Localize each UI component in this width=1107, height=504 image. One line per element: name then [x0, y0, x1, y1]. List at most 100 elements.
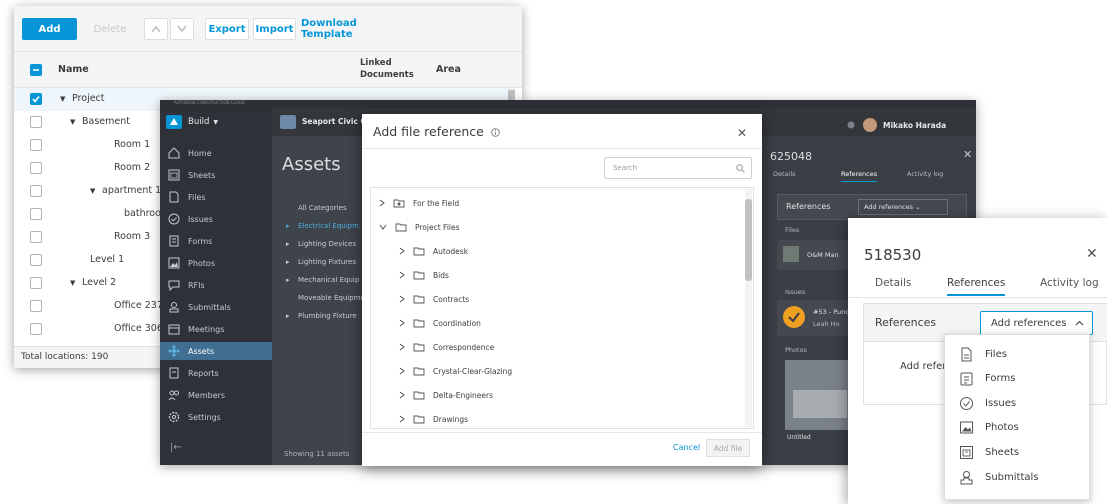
nav-item-photos[interactable]: Photos: [168, 254, 268, 272]
import-button[interactable]: Import: [253, 18, 296, 40]
collapse-nav-icon[interactable]: |←: [170, 442, 182, 453]
row-checkbox[interactable]: [30, 139, 42, 151]
category-item[interactable]: Moveable Equipme: [286, 294, 365, 302]
expand-caret-icon[interactable]: ▼: [70, 118, 75, 126]
tab-activity-log[interactable]: Activity log: [907, 170, 943, 178]
row-checkbox[interactable]: [30, 300, 42, 312]
nav-item-forms[interactable]: Forms: [168, 232, 268, 250]
row-checkbox[interactable]: [30, 162, 42, 174]
folder-row[interactable]: Crystal-Clear-Glazing: [399, 361, 512, 381]
tab-references[interactable]: References: [947, 277, 1006, 296]
tab-details[interactable]: Details: [875, 277, 911, 289]
folder-row[interactable]: Drawings: [399, 409, 468, 429]
close-icon[interactable]: ✕: [963, 148, 972, 161]
add-button[interactable]: Add: [22, 18, 77, 40]
folder-icon: [413, 415, 425, 424]
close-icon[interactable]: ✕: [1086, 246, 1098, 262]
menu-item-issues[interactable]: Issues: [959, 392, 1016, 414]
row-checkbox[interactable]: [30, 277, 42, 289]
row-checkbox[interactable]: [30, 231, 42, 243]
folder-row[interactable]: Project Files: [379, 217, 460, 237]
detail-tabs: Details References Activity log: [848, 274, 1107, 298]
row-checkbox[interactable]: [30, 254, 42, 266]
cancel-button[interactable]: Cancel: [673, 443, 700, 452]
nav-item-files[interactable]: Files: [168, 188, 268, 206]
folder-row[interactable]: Delta-Engineers: [399, 385, 493, 405]
menu-item-submittals[interactable]: Submittals: [959, 466, 1039, 488]
nav-label: Submittals: [188, 302, 231, 312]
nav-item-home[interactable]: Home: [168, 144, 268, 162]
expand-caret-icon[interactable]: ▼: [60, 95, 65, 103]
folder-row[interactable]: For the Field: [379, 193, 459, 213]
move-up-button[interactable]: [144, 18, 168, 40]
references-label: References: [875, 316, 937, 329]
nav-item-members[interactable]: Members: [168, 386, 268, 404]
issue-icon: [960, 396, 973, 410]
add-references-menu: Files Forms Issues Photos Sheets Submittals: [944, 334, 1090, 500]
asset-id: 625048: [770, 150, 812, 163]
select-all-checkbox[interactable]: [30, 64, 42, 76]
nav-item-sheets[interactable]: Sheets: [168, 166, 268, 184]
add-references-button[interactable]: Add references: [980, 311, 1093, 335]
folder-label: Correspondence: [433, 342, 495, 352]
folder-row[interactable]: Correspondence: [399, 337, 494, 357]
row-checkbox[interactable]: [30, 208, 42, 220]
dialog-title-text: Add file reference: [373, 124, 484, 139]
category-item[interactable]: All Categories: [286, 204, 347, 212]
add-references-label-back: Add references: [864, 203, 914, 211]
category-item[interactable]: ▸ Mechanical Equip: [286, 276, 359, 284]
nav-item-rfis[interactable]: RFIs: [168, 276, 268, 294]
folder-row[interactable]: Autodesk: [399, 241, 468, 261]
folder-row[interactable]: Coordination: [399, 313, 481, 333]
expand-caret-icon: ▸: [286, 222, 290, 230]
row-checkbox[interactable]: [30, 323, 42, 335]
photo-caption: Untitled: [787, 434, 811, 441]
asset-id: 518530: [864, 246, 922, 264]
avatar[interactable]: [863, 118, 877, 132]
row-checkbox[interactable]: [30, 93, 42, 105]
add-references-button-back[interactable]: Add references ⌄: [858, 199, 948, 215]
photo-thumbnail[interactable]: [785, 360, 855, 430]
search-input[interactable]: Search: [604, 157, 752, 179]
expand-caret-icon[interactable]: ▼: [90, 187, 95, 195]
location-name: Level 1: [90, 254, 125, 265]
folder-scrollbar[interactable]: [745, 189, 752, 427]
close-icon[interactable]: ✕: [737, 126, 747, 140]
nav-item-reports[interactable]: Reports: [168, 364, 268, 382]
category-item[interactable]: ▸ Plumbing Fixture: [286, 312, 357, 320]
menu-item-files[interactable]: Files: [959, 343, 1007, 365]
module-switcher[interactable]: Build ▼: [166, 112, 266, 132]
add-file-button[interactable]: Add file: [706, 439, 750, 457]
row-checkbox[interactable]: [30, 185, 42, 197]
category-item[interactable]: ▸ Electrical Equipm: [286, 222, 359, 230]
export-button[interactable]: Export: [205, 18, 249, 40]
tab-references[interactable]: References: [841, 170, 878, 182]
move-down-button[interactable]: [170, 18, 194, 40]
menu-item-sheets[interactable]: Sheets: [959, 441, 1019, 463]
nav-item-assets[interactable]: Assets: [160, 342, 272, 360]
user-name-label[interactable]: Mikako Harada: [883, 121, 946, 130]
row-checkbox[interactable]: [30, 116, 42, 128]
tab-details[interactable]: Details: [773, 170, 796, 178]
menu-item-forms[interactable]: Forms: [959, 368, 1015, 390]
nav-item-meetings[interactable]: Meetings: [168, 320, 268, 338]
files-section-label: Files: [785, 226, 800, 234]
chevron-right-icon: [399, 319, 405, 327]
nav-item-submittals[interactable]: Submittals: [168, 298, 268, 316]
help-icon[interactable]: [847, 121, 855, 129]
category-item[interactable]: ▸ Lighting Fixtures: [286, 258, 356, 266]
folder-row[interactable]: Contracts: [399, 289, 469, 309]
nav-label: Assets: [188, 346, 215, 356]
menu-item-photos[interactable]: Photos: [959, 417, 1019, 439]
search-placeholder: Search: [613, 164, 638, 172]
nav-item-settings[interactable]: Settings: [168, 408, 268, 426]
forms-icon: [169, 235, 179, 247]
tab-activity-log[interactable]: Activity log: [1040, 277, 1099, 289]
delete-button[interactable]: Delete: [82, 18, 138, 40]
expand-caret-icon[interactable]: ▼: [70, 279, 75, 287]
download-template-button[interactable]: Download Template: [301, 18, 397, 40]
folder-row[interactable]: Bids: [399, 265, 449, 285]
category-item[interactable]: ▸ Lighting Devices: [286, 240, 356, 248]
category-label: Plumbing Fixture: [298, 312, 357, 320]
nav-item-issues[interactable]: Issues: [168, 210, 268, 228]
